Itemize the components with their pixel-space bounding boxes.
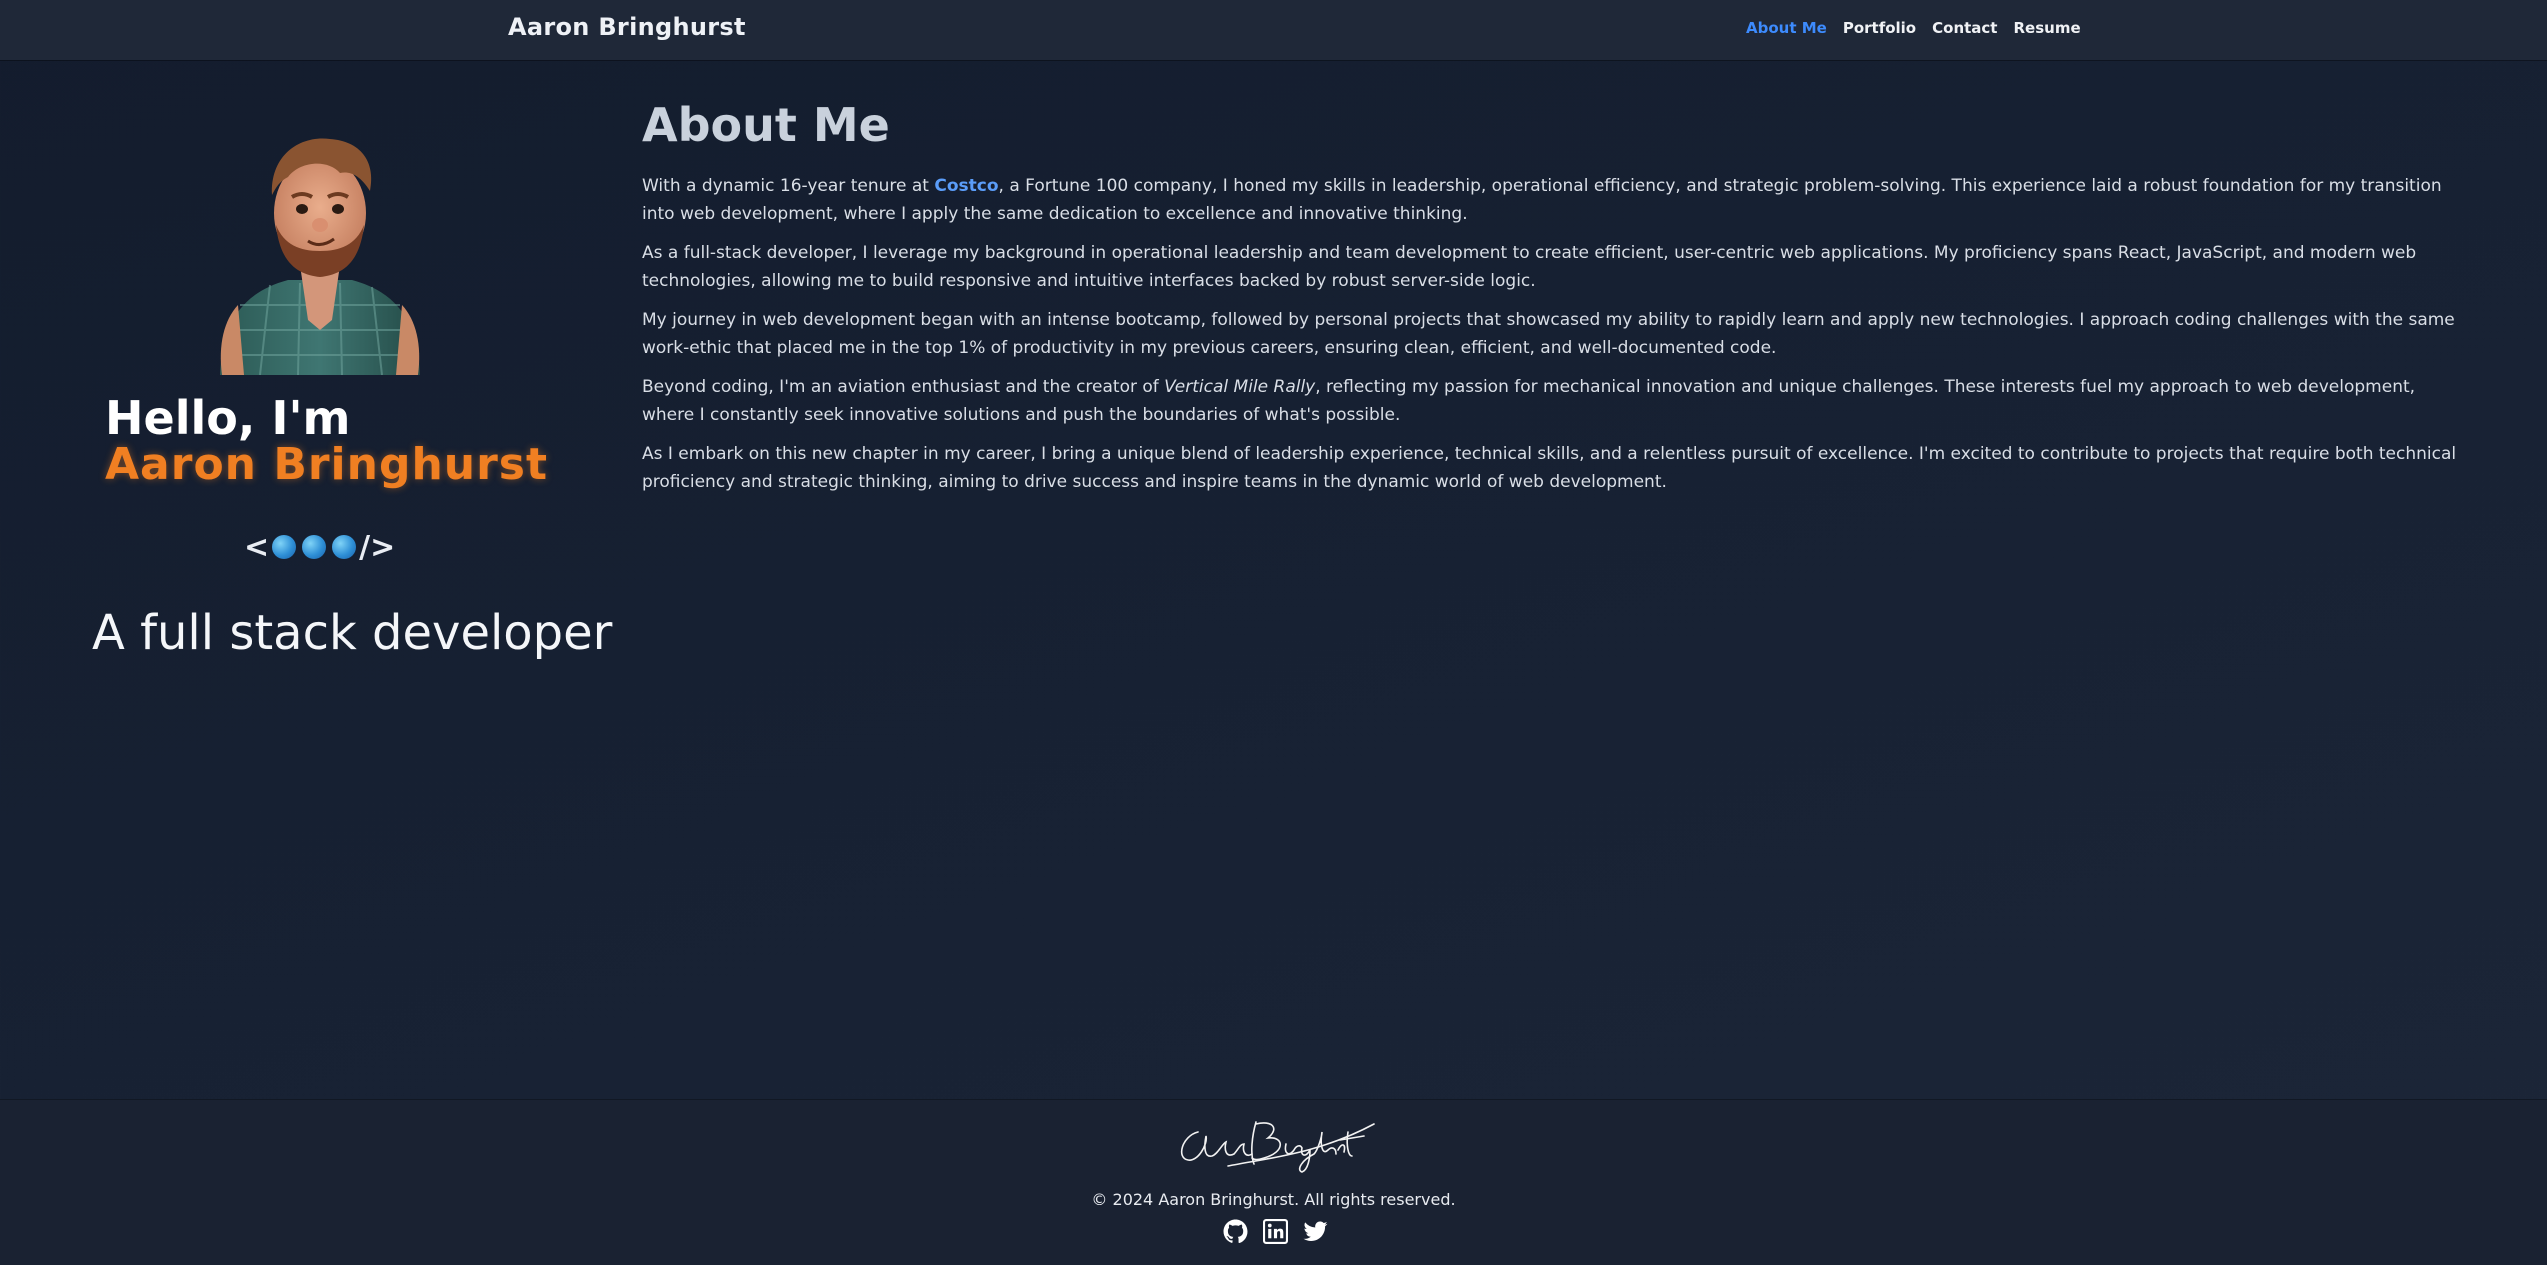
- social-links: [1223, 1219, 1328, 1244]
- loader-dot: [332, 535, 357, 559]
- copyright-text: © 2024 Aaron Bringhurst. All rights rese…: [1091, 1190, 1456, 1209]
- vertical-mile-rally-text: Vertical Mile Rally: [1164, 377, 1316, 397]
- nav-about-me[interactable]: About Me: [1746, 19, 1827, 37]
- hero-greeting: Hello, I'm: [105, 391, 351, 445]
- code-close-bracket: />: [359, 529, 396, 565]
- twitter-icon[interactable]: [1303, 1219, 1328, 1244]
- page-title: About Me: [642, 98, 890, 152]
- hero-panel: Hello, I'm Aaron Bringhurst < /> A full …: [60, 105, 612, 685]
- about-paragraph: As I embark on this new chapter in my ca…: [642, 444, 2457, 492]
- about-paragraph: My journey in web development began with…: [642, 310, 2455, 358]
- navbar: Aaron Bringhurst About Me Portfolio Cont…: [0, 0, 2547, 60]
- about-paragraph: Beyond coding, I'm an aviation enthusias…: [642, 373, 2457, 429]
- brand-link[interactable]: Aaron Bringhurst: [508, 13, 746, 41]
- about-text: Beyond coding, I'm an aviation enthusias…: [642, 377, 1165, 397]
- signature-image: [1180, 1121, 1375, 1173]
- loader-dot: [272, 535, 297, 559]
- github-icon[interactable]: [1223, 1219, 1248, 1244]
- about-text: With a dynamic 16-year tenure at: [642, 176, 935, 196]
- nav-contact[interactable]: Contact: [1932, 19, 1997, 37]
- about-paragraph: As a full-stack developer, I leverage my…: [642, 243, 2417, 291]
- about-section: About Me With a dynamic 16-year tenure a…: [642, 98, 2457, 507]
- hero-name: Aaron Bringhurst: [105, 439, 549, 490]
- hero-tagline: A full stack developer: [92, 605, 613, 661]
- loader-dot: [302, 535, 327, 559]
- code-open-bracket: <: [244, 529, 270, 565]
- nav-portfolio[interactable]: Portfolio: [1843, 19, 1916, 37]
- costco-link[interactable]: Costco: [934, 176, 998, 196]
- code-loader: < />: [244, 529, 396, 565]
- avatar: [220, 138, 420, 375]
- nav-resume[interactable]: Resume: [2013, 19, 2080, 37]
- about-paragraph: With a dynamic 16-year tenure at Costco,…: [642, 172, 2457, 228]
- linkedin-icon[interactable]: [1263, 1219, 1288, 1244]
- main-nav: About Me Portfolio Contact Resume: [1746, 19, 2081, 37]
